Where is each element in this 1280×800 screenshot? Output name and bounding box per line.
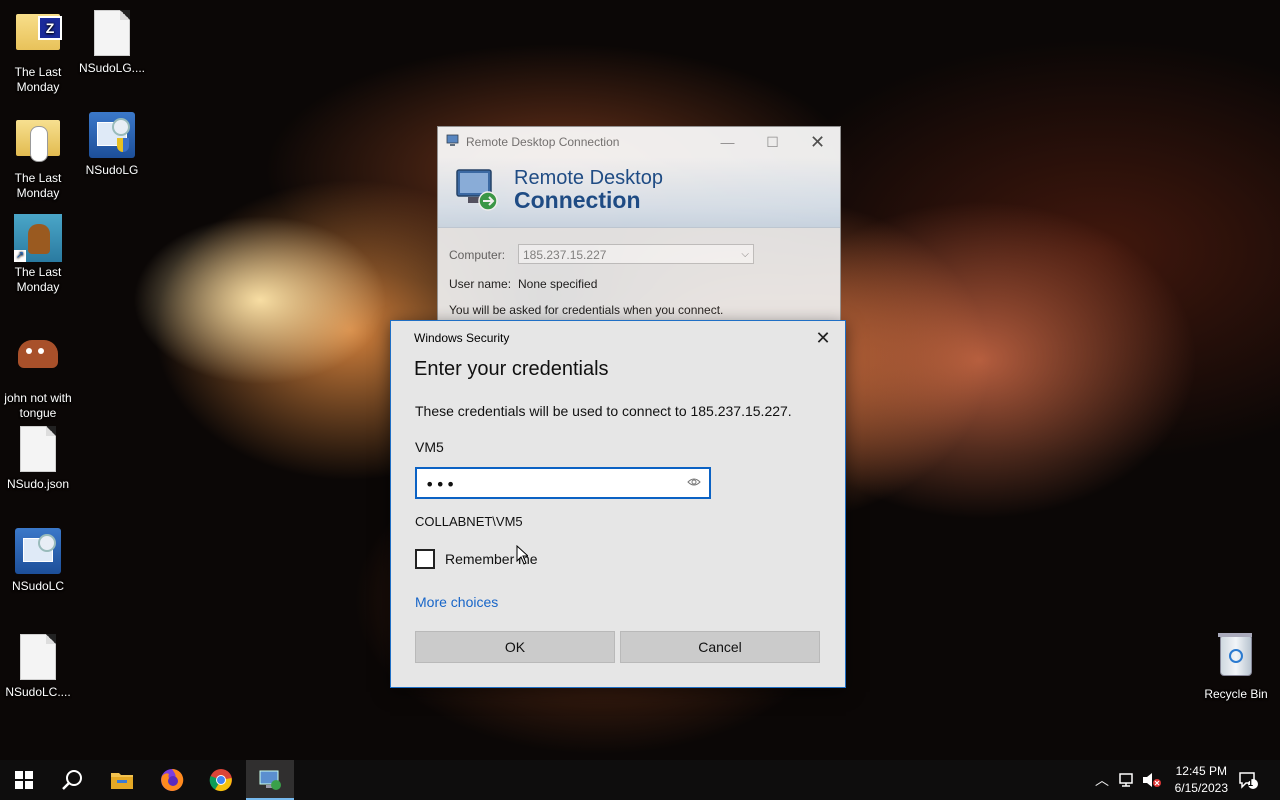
zip-folder-icon: Z: [14, 14, 62, 62]
desktop-icon-nsudolg-file[interactable]: NSudoLG....: [74, 8, 150, 76]
desktop-icon-label: Recycle Bin: [1204, 687, 1268, 701]
cancel-button[interactable]: Cancel: [620, 631, 820, 663]
desktop-icon-label: NSudoLG: [85, 163, 139, 177]
username-label: User name:: [449, 277, 512, 291]
chrome-icon: [209, 769, 232, 792]
windows-security-dialog: Windows Security ✕ Enter your credential…: [390, 320, 846, 688]
file-explorer-button[interactable]: [98, 760, 146, 800]
desktop-icon-john-not-with-tongue[interactable]: john not with tongue: [0, 330, 76, 421]
remote-desktop-icon: [259, 770, 281, 790]
chevron-down-icon[interactable]: ⌵: [741, 245, 749, 265]
desktop-icon-label: The Last Monday: [14, 65, 62, 94]
computer-label: Computer:: [449, 248, 506, 262]
more-choices-link[interactable]: More choices: [415, 594, 498, 610]
desktop-icon-the-last-monday-audio[interactable]: The Last Monday: [0, 112, 76, 201]
desktop-icon-nsudo-json[interactable]: NSudo.json: [0, 424, 76, 492]
file-icon: [88, 10, 136, 58]
dialog-title: Windows Security: [414, 331, 510, 345]
username-value: None specified: [518, 277, 598, 291]
desktop-icon-label: NSudoLC: [11, 579, 65, 593]
notification-center-button[interactable]: 1: [1234, 760, 1262, 800]
desktop-icon-label: NSudoLG....: [78, 61, 146, 75]
search-icon: [62, 770, 82, 790]
nsudo-app-icon: [14, 528, 62, 576]
remote-desktop-icon: [446, 134, 459, 146]
file-explorer-icon: [111, 773, 133, 789]
domain-user-label: COLLABNET\VM5: [415, 514, 523, 529]
remote-desktop-taskbar-button[interactable]: [246, 760, 294, 800]
maximize-button[interactable]: ☐: [750, 127, 795, 157]
chevron-up-icon: ︿: [1095, 772, 1109, 788]
firefox-button[interactable]: [148, 760, 196, 800]
desktop-icon-label: The Last Monday: [14, 265, 62, 294]
desktop-icon-nsudolc[interactable]: NSudoLC: [0, 528, 76, 594]
notification-count: 1: [1248, 778, 1254, 788]
rdp-titlebar[interactable]: Remote Desktop Connection — ☐ ✕: [438, 127, 840, 157]
desktop-icon-the-last-monday-picture[interactable]: ↗ The Last Monday: [0, 214, 76, 295]
start-icon: [15, 771, 33, 789]
reveal-password-icon[interactable]: [687, 476, 701, 488]
file-icon: [14, 634, 62, 682]
remote-desktop-logo-icon: [456, 169, 498, 211]
network-icon: [1119, 773, 1133, 787]
computer-value: 185.237.15.227: [523, 248, 607, 262]
rdp-title: Remote Desktop Connection: [466, 135, 620, 149]
mouse-cursor-icon: [516, 545, 528, 565]
volume-button[interactable]: [1140, 760, 1162, 800]
clock-date: 6/15/2023: [1174, 781, 1228, 795]
firefox-icon: [161, 768, 184, 791]
credentials-info: You will be asked for credentials when y…: [449, 303, 724, 317]
desktop-icon-nsudolc-file[interactable]: NSudoLC....: [0, 632, 76, 700]
username-display: VM5: [415, 439, 444, 455]
picture-shortcut-icon: ↗: [14, 214, 62, 262]
minimize-button[interactable]: —: [705, 127, 750, 157]
ok-button[interactable]: OK: [415, 631, 615, 663]
desktop-icon-the-last-monday-zip[interactable]: Z The Last Monday: [0, 6, 76, 95]
recycle-bin-icon: [1212, 633, 1260, 684]
close-button[interactable]: ✕: [795, 127, 840, 157]
file-icon: [14, 426, 62, 474]
clock-time: 12:45 PM: [1175, 764, 1227, 778]
network-button[interactable]: [1116, 760, 1138, 800]
audio-file-icon: [14, 120, 62, 168]
desktop-icon-label: The Last Monday: [14, 171, 62, 200]
rdp-banner-line2: Connection: [514, 187, 641, 213]
desktop-icon-label: NSudo.json: [6, 477, 70, 491]
password-input[interactable]: [423, 469, 677, 499]
start-button[interactable]: [0, 760, 48, 800]
desktop-icon-label: john not with tongue: [4, 391, 72, 420]
show-hidden-icons-button[interactable]: ︿: [1092, 760, 1112, 800]
computer-combobox[interactable]: 185.237.15.227 ⌵: [518, 244, 754, 264]
nsudo-app-icon: [88, 112, 136, 160]
desktop-icon-nsudolg[interactable]: NSudoLG: [74, 112, 150, 178]
chrome-button[interactable]: [197, 760, 245, 800]
password-field[interactable]: [415, 467, 711, 499]
close-button[interactable]: ✕: [811, 327, 835, 349]
rdp-banner: Remote Desktop Connection: [438, 157, 840, 228]
image-icon: [14, 340, 62, 388]
desktop-icon-label: NSudoLC....: [5, 685, 71, 699]
taskbar: ︿ 12:45 PM 6/15/2023 1: [0, 760, 1280, 800]
dialog-description: These credentials will be used to connec…: [415, 403, 792, 419]
desktop-icon-recycle-bin[interactable]: Recycle Bin: [1198, 632, 1274, 702]
checkbox-box[interactable]: [415, 549, 435, 569]
remote-desktop-window: Remote Desktop Connection — ☐ ✕ Remote D…: [437, 126, 841, 322]
volume-muted-icon: [1143, 773, 1161, 787]
taskbar-clock[interactable]: 12:45 PM 6/15/2023: [1175, 763, 1228, 797]
dialog-heading: Enter your credentials: [414, 358, 609, 380]
search-button[interactable]: [48, 760, 96, 800]
